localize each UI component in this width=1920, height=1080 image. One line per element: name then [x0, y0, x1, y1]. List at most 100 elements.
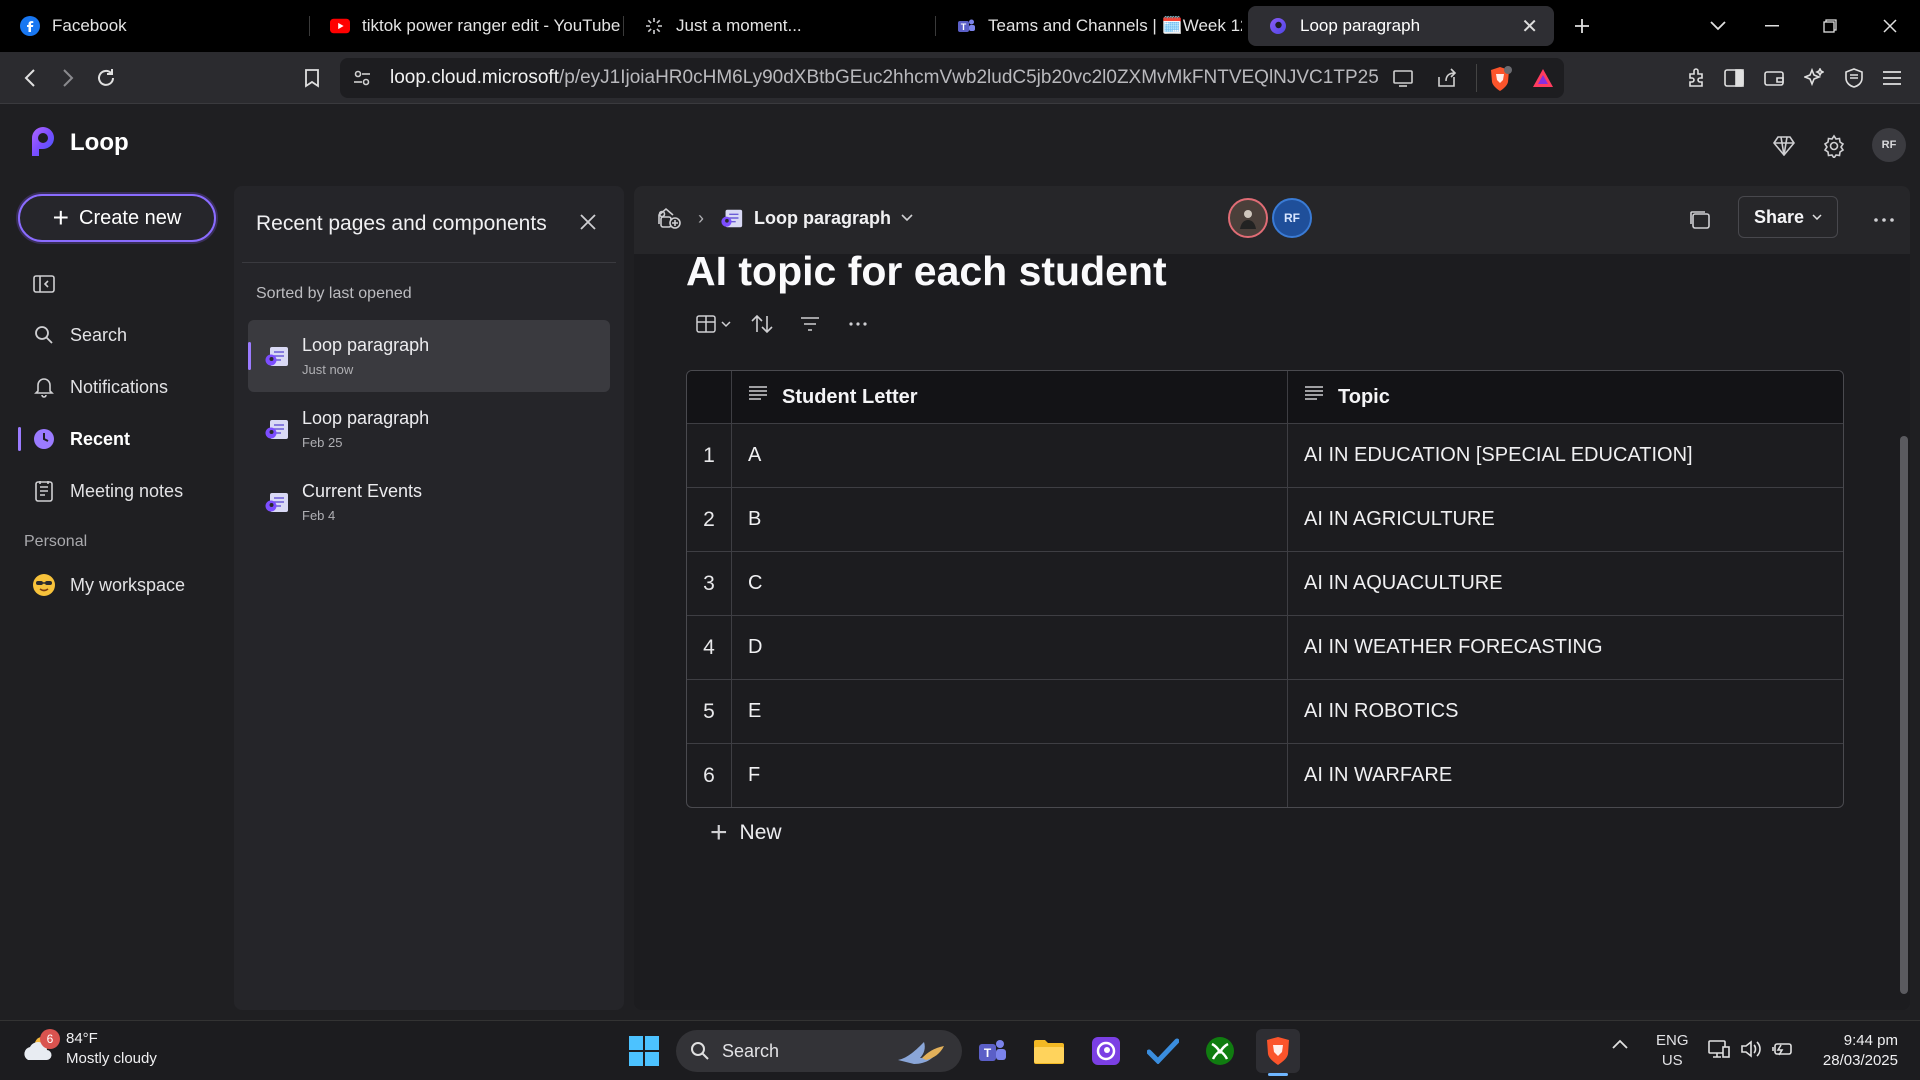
collapse-nav-button[interactable] — [24, 264, 224, 304]
share-button[interactable]: Share — [1738, 196, 1838, 238]
text-column-icon — [1304, 386, 1326, 408]
restore-window-icon[interactable] — [1810, 8, 1850, 44]
add-new-row-button[interactable]: + New — [710, 818, 782, 848]
topic-cell[interactable]: AI IN ROBOTICS — [1288, 680, 1843, 743]
address-bar[interactable]: loop.cloud.microsoft/p/eyJ1IjoiaHR0cHM6L… — [340, 58, 1564, 98]
share-label: Share — [1753, 206, 1805, 227]
notes-icon — [32, 479, 56, 503]
more-options-icon[interactable] — [1868, 204, 1900, 236]
topic-cell[interactable]: AI IN WEATHER FORECASTING — [1288, 616, 1843, 679]
student-letter-cell[interactable]: C — [732, 552, 1288, 615]
wallet-icon[interactable] — [1758, 62, 1790, 94]
nav-item-notifications[interactable]: Notifications — [24, 367, 224, 407]
open-in-new-window-icon[interactable] — [1684, 204, 1716, 236]
student-letter-cell[interactable]: E — [732, 680, 1288, 743]
back-arrow-icon[interactable] — [14, 62, 46, 94]
recent-panel-title: Recent pages and components — [256, 212, 547, 235]
nav-item-recent[interactable]: Recent — [18, 419, 224, 459]
language-indicator[interactable]: ENG US — [1656, 1031, 1689, 1071]
svg-text:T: T — [961, 22, 967, 32]
volume-icon[interactable] — [1740, 1039, 1762, 1059]
url-text[interactable]: loop.cloud.microsoft/p/eyJ1IjoiaHR0cHM6L… — [390, 67, 1380, 89]
tab-loop-paragraph[interactable]: Loop paragraph ✕ — [1248, 6, 1554, 46]
sidebar-toggle-icon[interactable] — [1718, 62, 1750, 94]
loop-page-icon — [264, 343, 290, 369]
windows-start-icon[interactable] — [622, 1029, 666, 1073]
system-clock[interactable]: 9:44 pm 28/03/2025 — [1808, 1031, 1898, 1071]
share-page-icon[interactable] — [1436, 68, 1458, 88]
extensions-icon[interactable] — [1680, 62, 1712, 94]
loop-logo[interactable]: Loop — [26, 126, 129, 160]
collaborator-avatar-rf[interactable]: RF — [1272, 198, 1312, 238]
table-header-row: Student Letter Topic — [687, 371, 1843, 423]
brave-browser-icon[interactable] — [1256, 1029, 1300, 1073]
close-panel-icon[interactable] — [578, 212, 602, 236]
reload-icon[interactable] — [90, 62, 122, 94]
page-title-breadcrumb[interactable]: Loop paragraph — [754, 208, 891, 229]
nav-item-my-workspace[interactable]: My workspace — [24, 565, 224, 605]
column-header-topic[interactable]: Topic — [1288, 371, 1843, 423]
nav-item-meeting-notes[interactable]: Meeting notes — [24, 471, 224, 511]
workspace-icon[interactable] — [656, 206, 682, 230]
student-letter-cell[interactable]: F — [732, 744, 1288, 807]
nav-item-search[interactable]: Search — [24, 315, 224, 355]
tab-title: Facebook — [52, 16, 127, 35]
menu-hamburger-icon[interactable] — [1876, 62, 1908, 94]
minimize-window-icon[interactable] — [1752, 8, 1792, 44]
new-tab-button[interactable] — [1562, 8, 1602, 44]
topic-cell[interactable]: AI IN AQUACULTURE — [1288, 552, 1843, 615]
recent-item[interactable]: Loop paragraph Feb 25 — [248, 393, 610, 465]
file-explorer-icon[interactable] — [1027, 1029, 1071, 1073]
collaborator-photo-avatar[interactable] — [1228, 198, 1268, 238]
close-window-icon[interactable] — [1870, 8, 1910, 44]
recent-item-title: Loop paragraph — [302, 408, 430, 428]
table-more-icon[interactable] — [838, 310, 878, 338]
tab-just-a-moment[interactable]: Just a moment... — [624, 6, 936, 46]
topic-cell[interactable]: AI IN AGRICULTURE — [1288, 488, 1843, 551]
recent-item[interactable]: Current Events Feb 4 — [248, 466, 610, 538]
show-hidden-icons-chevron-icon[interactable] — [1612, 1039, 1628, 1049]
network-icon[interactable] — [1708, 1039, 1730, 1059]
column-header-student-letter[interactable]: Student Letter — [732, 371, 1288, 423]
filter-icon[interactable] — [790, 310, 830, 338]
document-scrollbar[interactable] — [1900, 436, 1908, 994]
tab-facebook[interactable]: Facebook — [0, 6, 310, 46]
facebook-icon — [20, 16, 40, 36]
xbox-icon[interactable] — [1198, 1029, 1242, 1073]
student-letter-cell[interactable]: A — [732, 424, 1288, 487]
student-letter-cell[interactable]: D — [732, 616, 1288, 679]
topic-cell[interactable]: AI IN WARFARE — [1288, 744, 1843, 807]
close-tab-icon[interactable]: ✕ — [1521, 14, 1538, 39]
chevron-down-icon[interactable] — [901, 214, 913, 222]
weather-widget[interactable]: 6 84°F Mostly cloudy — [20, 1029, 157, 1069]
plus-icon: + — [52, 202, 70, 233]
cast-icon[interactable] — [1392, 68, 1414, 88]
student-letter-cell[interactable]: B — [732, 488, 1288, 551]
leo-ai-icon[interactable] — [1798, 62, 1830, 94]
collapse-sidebar-icon — [32, 272, 56, 296]
tab-list-chevron-icon[interactable] — [1698, 8, 1738, 44]
taskbar-search-box[interactable]: Search — [676, 1030, 962, 1072]
page-title[interactable]: AI topic for each student — [686, 248, 1167, 295]
brave-rewards-icon[interactable] — [1532, 68, 1554, 88]
create-new-button[interactable]: + Create new — [18, 194, 216, 242]
teams-taskbar-icon[interactable]: T — [970, 1029, 1014, 1073]
bookmark-icon[interactable] — [296, 62, 328, 94]
brave-shields-icon[interactable] — [1488, 66, 1512, 92]
recent-item[interactable]: Loop paragraph Just now — [248, 320, 610, 392]
tab-youtube[interactable]: tiktok power ranger edit - YouTube — [310, 6, 624, 46]
sort-icon[interactable] — [742, 310, 782, 338]
forward-arrow-icon[interactable] — [52, 62, 84, 94]
settings-gear-icon[interactable] — [1816, 128, 1852, 164]
battery-icon[interactable] — [1772, 1039, 1794, 1059]
premium-diamond-icon[interactable] — [1766, 128, 1802, 164]
todo-checkmark-icon[interactable] — [1141, 1029, 1185, 1073]
copilot-app-icon[interactable] — [1084, 1029, 1128, 1073]
document-header: › Loop paragraph RF Share — [634, 186, 1910, 254]
vpn-shield-icon[interactable] — [1838, 62, 1870, 94]
topic-cell[interactable]: AI IN EDUCATION [SPECIAL EDUCATION] — [1288, 424, 1843, 487]
tab-teams[interactable]: T Teams and Channels | 🗓️Week 12🗓️ — [936, 6, 1242, 46]
site-settings-icon[interactable] — [352, 68, 372, 88]
user-avatar[interactable]: RF — [1872, 128, 1906, 162]
table-view-icon[interactable] — [694, 310, 734, 338]
